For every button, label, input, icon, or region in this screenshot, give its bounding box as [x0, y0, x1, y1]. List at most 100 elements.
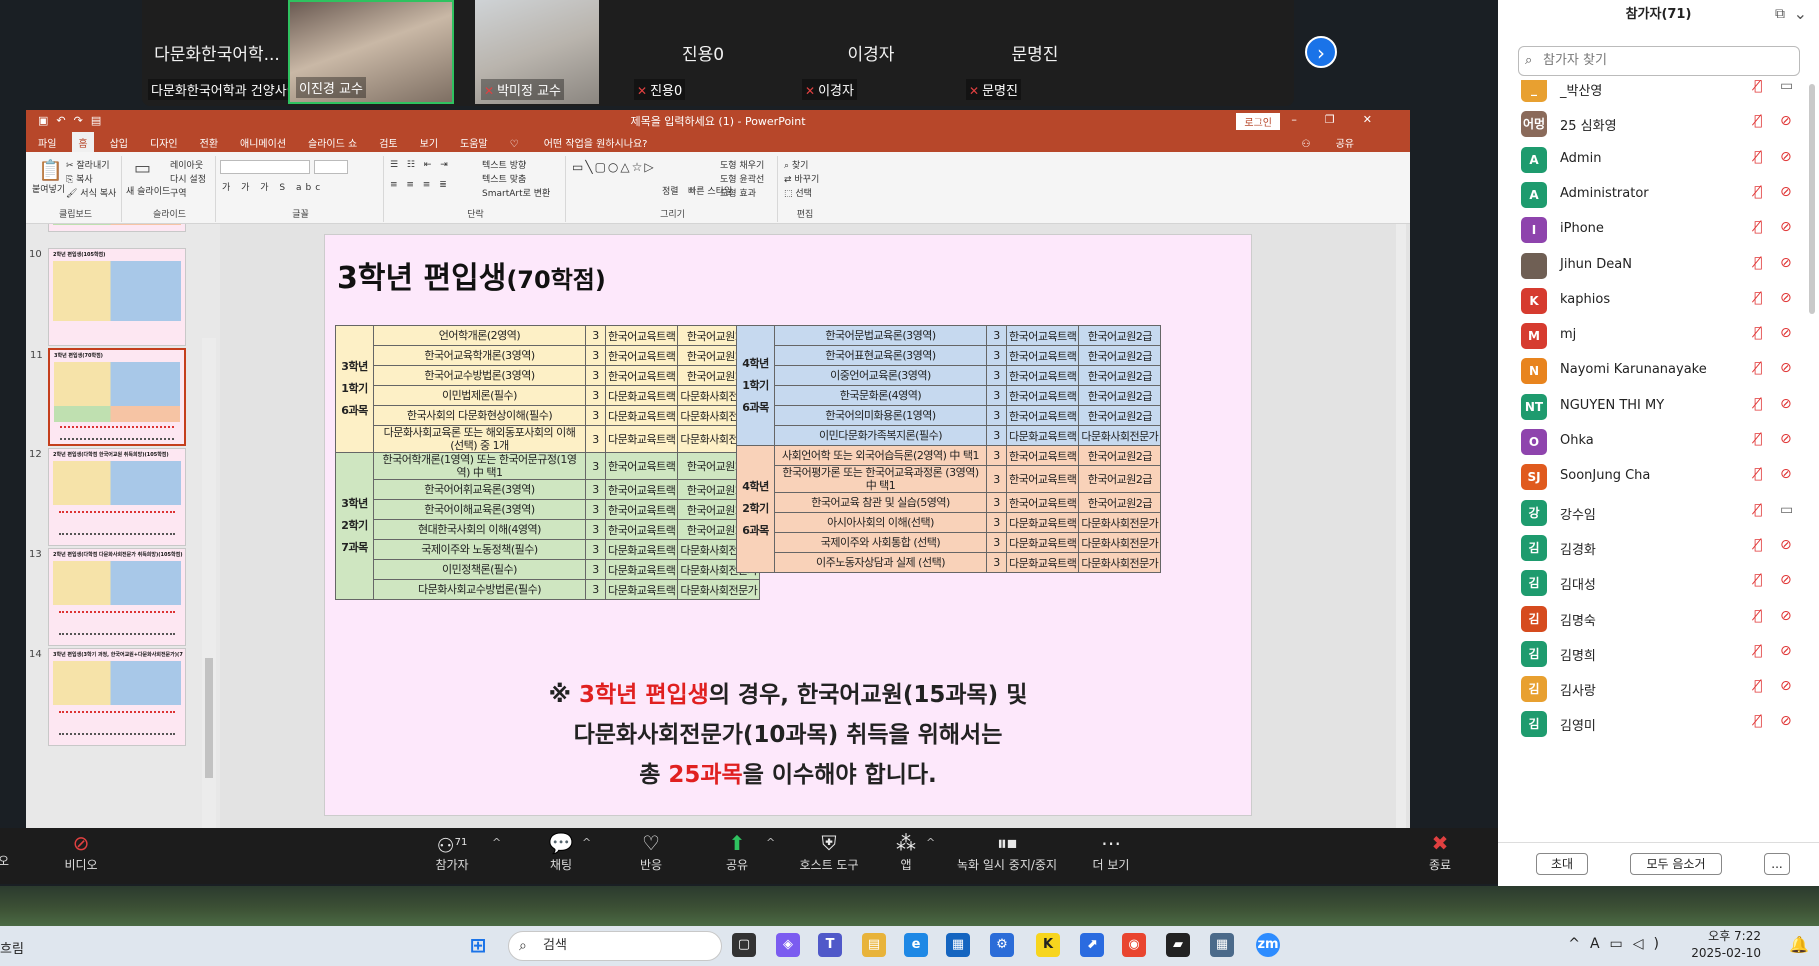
window-controls[interactable]: ▭–❐✕ — [1253, 113, 1400, 126]
paste-button[interactable]: 붙여넣기 — [32, 182, 65, 195]
reset-button[interactable]: 다시 설정 — [170, 172, 206, 185]
shape-fill-button[interactable]: 도형 채우기 — [720, 158, 764, 171]
chevron-up-icon[interactable]: ^ — [766, 836, 775, 849]
chevron-up-icon[interactable]: ^ — [926, 836, 935, 849]
mic-muted-icon[interactable]: 🎙̸ — [1754, 255, 1762, 271]
format-painter-button[interactable]: 🖌 서식 복사 — [66, 186, 116, 199]
video-off-icon[interactable]: ⊘ — [1780, 290, 1792, 306]
mic-muted-icon[interactable]: 🎙̸ — [1754, 80, 1762, 94]
video-off-icon[interactable]: ⊘ — [1780, 113, 1792, 129]
slide-thumbnail-selected[interactable]: 11 3학년 편입생(70학점) — [30, 348, 186, 446]
apps-button[interactable]: ⁂ 앱 — [886, 830, 926, 873]
video-off-icon[interactable]: ⊘ — [1780, 537, 1792, 553]
clock[interactable]: 오후 7:22 2025-02-10 — [1691, 928, 1761, 962]
taskbar-search[interactable]: ⌕ 검색 — [508, 931, 722, 961]
video-tile[interactable]: ✕ 박미정 교수 — [475, 0, 599, 104]
video-off-icon[interactable]: ⊘ — [1780, 255, 1792, 271]
tab-insert[interactable]: 삽입 — [110, 135, 128, 150]
paste-icon[interactable]: 📋 — [38, 158, 63, 182]
video-off-icon[interactable]: ⊘ — [1780, 713, 1792, 729]
video-off-icon[interactable]: ⊘ — [1780, 360, 1792, 376]
notification-bell-icon[interactable]: 🔔 — [1787, 933, 1811, 957]
reactions-button[interactable]: ♡ 반응 — [626, 830, 676, 873]
tell-me-input[interactable]: ♡ 어떤 작업을 원하시나요? — [510, 135, 670, 150]
tab-slideshow[interactable]: 슬라이드 쇼 — [308, 135, 357, 150]
slide-thumbnail[interactable] — [48, 224, 186, 232]
slide-thumbnail[interactable]: 13 2학년 편입생(다학점 다문화사회전문가 취득희망)(105학점) — [29, 548, 186, 646]
video-icon[interactable]: ▭ — [1780, 502, 1793, 518]
chat-button[interactable]: 💬 채팅 — [536, 830, 586, 873]
share-screen-button[interactable]: ⬆ 공유 — [712, 830, 762, 873]
chevron-right-icon[interactable]: › — [1305, 36, 1337, 68]
section-button[interactable]: 구역 — [170, 186, 187, 199]
new-slide-icon[interactable]: ▭ — [134, 158, 151, 179]
mic-muted-icon[interactable]: 🎙̸ — [1754, 502, 1762, 518]
tab-help[interactable]: 도움말 — [460, 135, 488, 150]
more-button[interactable]: ⋯ 더 보기 — [1086, 830, 1136, 873]
font-format-buttons[interactable]: 가 가 가 S abc — [222, 180, 324, 193]
video-off-icon[interactable]: ⊘ — [1780, 608, 1792, 624]
find-button[interactable]: ⌕ 찾기 — [784, 158, 808, 171]
mic-muted-icon[interactable]: 🎙̸ — [1754, 572, 1762, 588]
mic-muted-icon[interactable]: 🎙̸ — [1754, 643, 1762, 659]
video-off-icon[interactable]: ⊘ — [1780, 431, 1792, 447]
font-size-select[interactable] — [314, 160, 348, 174]
mic-muted-icon[interactable]: 🎙̸ — [1754, 184, 1762, 200]
folder-icon[interactable]: ▤ — [862, 933, 886, 957]
mic-muted-icon[interactable]: 🎙̸ — [1754, 713, 1762, 729]
end-meeting-button[interactable]: ✖ 종료 — [1420, 830, 1460, 873]
participant-scrollbar[interactable] — [1809, 84, 1815, 314]
text-direction-button[interactable]: 텍스트 방향 — [482, 158, 526, 171]
host-tools-button[interactable]: ⛨ 호스트 도구 — [784, 830, 874, 873]
windows-start-icon[interactable]: ⊞ — [466, 933, 490, 957]
sticky-notes-icon[interactable]: ▰ — [1166, 933, 1190, 957]
mic-muted-icon[interactable]: 🎙̸ — [1754, 113, 1762, 129]
mic-muted-icon[interactable]: 🎙̸ — [1754, 396, 1762, 412]
participant-search-input[interactable]: ⌕ 참가자 찾기 — [1518, 46, 1800, 76]
participant-row[interactable]: 김 김영미 🎙̸ ⊘ — [1518, 703, 1808, 744]
thumbnail-scrollbar[interactable] — [202, 338, 216, 828]
slide-thumbnail[interactable]: 14 3학년 편입생(3학기 과정, 한국어교원+다문화사회전문가)(70학점) — [29, 648, 186, 746]
tab-view[interactable]: 보기 — [420, 135, 438, 150]
store-icon[interactable]: ▦ — [946, 933, 970, 957]
chevron-up-icon[interactable]: ^ — [492, 836, 501, 849]
video-tile[interactable]: 다문화한국어학... 다문화한국어학과 건양사이버... — [142, 0, 327, 104]
video-off-icon[interactable]: ⊘ — [1780, 396, 1792, 412]
tab-file[interactable]: 파일 — [38, 135, 56, 150]
settings-icon[interactable]: ⚙ — [990, 933, 1014, 957]
tab-design[interactable]: 디자인 — [150, 135, 178, 150]
invite-button[interactable]: 초대 — [1536, 853, 1588, 875]
mic-muted-icon[interactable]: 🎙̸ — [1754, 290, 1762, 306]
slide-thumbnail[interactable]: 12 2학년 편입생(다학점 한국어교원 취득희망)(105학점) — [29, 448, 186, 546]
kakaotalk-icon[interactable]: K — [1036, 933, 1060, 957]
mic-muted-icon[interactable]: 🎙̸ — [1754, 219, 1762, 235]
tab-review[interactable]: 검토 — [379, 135, 397, 150]
mic-muted-icon[interactable]: 🎙̸ — [1754, 537, 1762, 553]
mic-muted-icon[interactable]: 🎙̸ — [1754, 608, 1762, 624]
mic-muted-icon[interactable]: 🎙̸ — [1754, 149, 1762, 165]
slide-thumbnail[interactable]: 10 2학년 편입생(105학점) — [29, 248, 186, 346]
participants-button[interactable]: ⚇71 참가자 — [422, 830, 482, 873]
list-buttons[interactable]: ☰ ☷ ⇤ ⇥ — [390, 160, 451, 170]
video-off-icon[interactable]: ⊘ — [1780, 466, 1792, 482]
video-tile-active-speaker[interactable]: 이진경 교수 — [288, 0, 454, 104]
arrange-button[interactable]: 정렬 — [662, 184, 679, 197]
video-off-icon[interactable]: ⊘ — [1780, 149, 1792, 165]
share-button[interactable]: ⚇ 공유 — [1301, 135, 1376, 150]
tab-animations[interactable]: 애니메이션 — [240, 135, 286, 150]
zoom-icon[interactable]: zm — [1256, 933, 1280, 957]
system-tray[interactable]: ^A▭◁) — [1568, 936, 1669, 952]
mic-muted-icon[interactable]: 🎙̸ — [1754, 431, 1762, 447]
tab-transitions[interactable]: 전환 — [200, 135, 218, 150]
pin-icon[interactable]: ⬈ — [1080, 933, 1104, 957]
video-off-icon[interactable]: ⊘ — [1780, 184, 1792, 200]
video-off-icon[interactable]: ⊘ — [1780, 643, 1792, 659]
tab-home[interactable]: 홈 — [72, 131, 94, 153]
font-name-select[interactable] — [220, 160, 310, 174]
copy-button[interactable]: ⎘ 복사 — [66, 172, 93, 185]
align-buttons[interactable]: ≡ ≡ ≡ ≣ — [390, 180, 450, 190]
slide-scrollbar[interactable] — [1396, 224, 1406, 828]
video-button[interactable]: ⊘ 비디오 — [56, 830, 106, 873]
text-align-button[interactable]: 텍스트 맞춤 — [482, 172, 526, 185]
video-tile[interactable]: 이경자 ✕ 이경자 — [796, 0, 946, 104]
